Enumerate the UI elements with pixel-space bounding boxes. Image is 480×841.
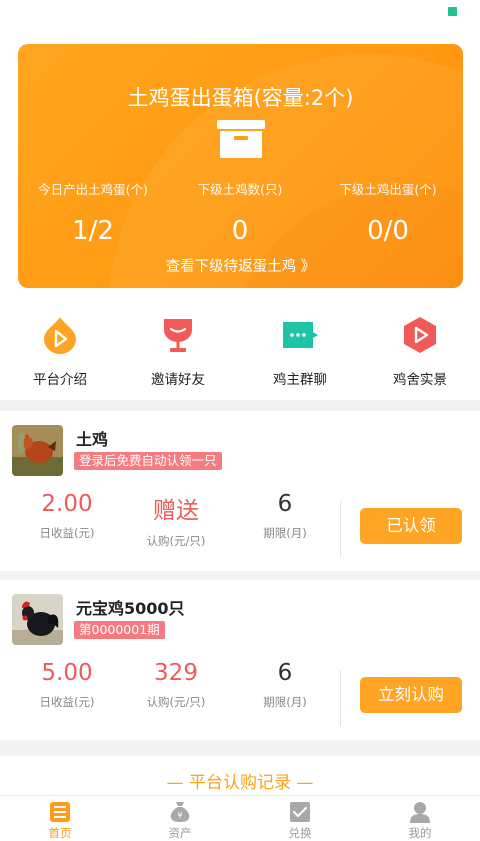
metric-daily-income: 5.00 日收益(元) [30,660,104,710]
metric-label: 期限(月) [263,695,307,709]
product-card-yuanbao-chicken[interactable]: 元宝鸡5000只 第0000001期 5.00 日收益(元) 329 认购(元/… [0,580,480,740]
product-name: 土鸡 [76,430,109,449]
stat-label: 下级土鸡出蛋(个) [339,182,437,197]
product-name: 元宝鸡5000只 [76,599,185,618]
metric-term: 6 期限(月) [248,491,322,541]
stat-value: 1/2 [72,216,114,246]
metric-term: 6 期限(月) [248,660,322,710]
vertical-divider [340,501,341,557]
stat-label: 下级土鸡数(只) [197,182,283,197]
metric-value: 6 [277,491,293,517]
nav-label: 平台介绍 [33,372,87,388]
section-divider [0,740,480,756]
nav-invite-friends[interactable]: 邀请好友 [118,300,238,388]
orange-drop-play-icon [44,317,76,354]
egg-box-title: 土鸡蛋出蛋箱(容量:2个) [127,86,354,110]
chat-bubble-icon [283,322,318,348]
money-bag-icon: ¥ [170,802,190,822]
claimed-button[interactable]: 已认领 [360,508,462,544]
nav-platform-intro[interactable]: 平台介绍 [0,300,120,388]
egg-box-icon [217,120,265,158]
metric-label: 日收益(元) [39,695,95,709]
stat-label: 今日产出土鸡蛋(个) [38,182,148,197]
metric-subscription-price: 赠送 认购(元/只) [139,491,213,549]
nav-owner-group-chat[interactable]: 鸡主群聊 [240,300,360,388]
egg-box-card: 土鸡蛋出蛋箱(容量:2个) 今日产出土鸡蛋(个) 1/2 下级土鸡数(只) 0 … [18,44,463,288]
metric-label: 认购(元/只) [146,534,206,548]
tab-exchange[interactable]: 兑换 [240,796,360,841]
tab-mine[interactable]: 我的 [360,796,480,841]
tab-label: 兑换 [288,826,312,840]
product-tag: 第0000001期 [74,621,165,639]
subscription-records-section: — 平台认购记录 — [0,756,480,796]
metric-subscription-price: 329 认购(元/只) [139,660,213,710]
user-icon [410,802,430,823]
metric-value: 6 [277,660,293,686]
stat-sub-eggs: 下级土鸡出蛋(个) 0/0 [313,179,463,246]
tab-assets[interactable]: ¥ 资产 [120,796,240,841]
metric-label: 日收益(元) [39,526,95,540]
metric-daily-income: 2.00 日收益(元) [30,491,104,541]
metric-value: 5.00 [41,660,93,686]
exchange-check-icon [290,802,310,822]
tab-home[interactable]: 首页 [0,796,120,841]
metric-label: 认购(元/只) [146,695,206,709]
stat-sub-chickens: 下级土鸡数(只) 0 [165,179,315,246]
nav-label: 鸡主群聊 [273,372,327,388]
stat-value: 0/0 [367,216,409,246]
stat-value: 0 [231,216,249,246]
metric-value: 赠送 [153,498,199,524]
red-cup-icon [164,319,192,352]
section-divider [0,400,480,411]
vertical-divider [340,670,341,726]
records-title: — 平台认购记录 — [166,773,314,793]
bottom-tab-bar: 首页 ¥ 资产 兑换 我的 [0,795,480,841]
svg-text:¥: ¥ [177,811,182,820]
product-card-native-chicken[interactable]: 土鸡 登录后免费自动认领一只 2.00 日收益(元) 赠送 认购(元/只) 6 … [0,411,480,571]
metric-label: 期限(月) [263,526,307,540]
subscribe-now-button[interactable]: 立刻认购 [360,677,462,713]
hen-photo [12,425,63,476]
product-tag: 登录后免费自动认领一只 [74,452,222,470]
home-icon [50,802,70,822]
nav-label: 鸡舍实景 [393,372,447,388]
metric-value: 329 [154,660,198,686]
nav-label: 邀请好友 [151,372,205,388]
tab-label: 我的 [408,826,432,840]
metric-value: 2.00 [41,491,93,517]
rooster-photo [12,594,63,645]
tab-label: 首页 [48,826,72,840]
view-sub-chickens-link[interactable]: 查看下级待返蛋土鸡 》 [18,255,463,276]
stat-today-eggs: 今日产出土鸡蛋(个) 1/2 [18,179,168,246]
nav-coop-live[interactable]: 鸡舍实景 [360,300,480,388]
quick-nav: 平台介绍 邀请好友 鸡主群聊 鸡舍实景 [0,300,480,400]
tab-label: 资产 [168,826,192,840]
status-indicator [448,7,457,16]
red-hexagon-play-icon [404,317,436,353]
